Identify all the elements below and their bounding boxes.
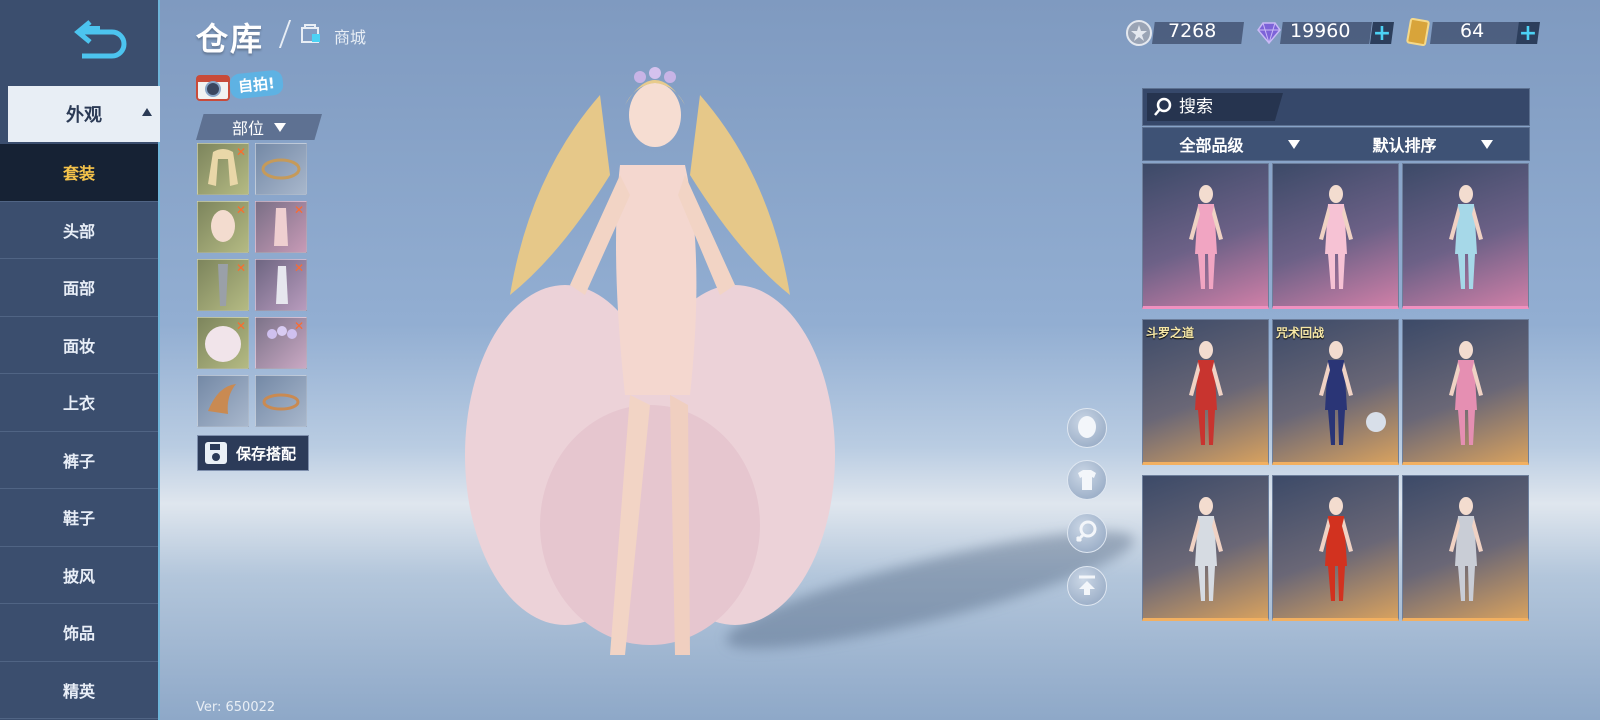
page-title: 仓库	[196, 20, 265, 58]
wings-icon	[208, 384, 236, 414]
ticket-amount: 64	[1460, 20, 1485, 42]
sidebar-item-shoes[interactable]: 鞋子	[0, 489, 158, 547]
outfit-card[interactable]: 斗罗之道	[1142, 319, 1269, 465]
unequip-icon[interactable]: ✕	[294, 319, 304, 333]
search-icon	[1154, 97, 1172, 116]
diamond-amount: 19960	[1290, 20, 1351, 42]
appearance-category-header[interactable]: 外观	[8, 86, 160, 142]
sort-label: 默认排序	[1372, 136, 1437, 155]
slot-glove[interactable]: ✕	[255, 259, 307, 311]
unequip-icon[interactable]: ✕	[236, 203, 246, 217]
outfit-figure	[1189, 185, 1223, 289]
collab-tag: 斗罗之道	[1146, 326, 1195, 340]
dropdown-arrow-icon	[1287, 139, 1300, 149]
search-field[interactable]	[1147, 93, 1283, 121]
outfit-figure	[1189, 341, 1223, 445]
dropdown-arrow-icon	[274, 122, 286, 132]
head-icon	[1078, 416, 1096, 438]
silver-coin-icon	[1126, 20, 1152, 46]
sidebar-item-top[interactable]: 上衣	[0, 374, 158, 432]
outfit-figure	[1319, 341, 1353, 445]
diamond-icon	[1257, 22, 1281, 44]
add-ticket-button[interactable]: +	[1516, 22, 1540, 44]
shop-link[interactable]: 商城	[334, 24, 366, 48]
mask-icon	[261, 158, 301, 180]
outfit-card[interactable]	[1142, 163, 1269, 309]
clothing-view-button[interactable]	[1067, 460, 1107, 500]
outfit-figure	[1319, 185, 1353, 289]
outfit-figure	[1449, 341, 1483, 445]
selfie-label: 自拍!	[228, 69, 285, 100]
slot-cape[interactable]: ✕	[197, 317, 249, 369]
outfit-figure	[1319, 497, 1353, 601]
outfit-card[interactable]: 咒术回战	[1272, 319, 1399, 465]
outfit-figure	[1449, 185, 1483, 289]
sort-dropdown[interactable]: 默认排序	[1336, 128, 1529, 160]
arrow-up-icon	[1079, 575, 1095, 595]
sidebar-item-makeup[interactable]: 面妆	[0, 317, 158, 374]
appearance-header-label: 外观	[66, 105, 102, 126]
outfit-figure	[1189, 497, 1223, 601]
selfie-button[interactable]: 自拍!	[196, 68, 288, 104]
add-diamond-button[interactable]: +	[1370, 22, 1394, 44]
category-sidebar: 外观 套装 头部 面部 面妆 上衣 裤子 鞋子 披风 饰品 精英	[0, 0, 160, 720]
quality-filter-label: 全部品级	[1179, 136, 1244, 155]
slot-ring[interactable]	[255, 375, 307, 427]
unequip-icon[interactable]: ✕	[294, 203, 304, 217]
category-list: 套装 头部 面部 面妆 上衣 裤子 鞋子 披风 饰品 精英	[0, 144, 158, 719]
outfit-card[interactable]	[1272, 475, 1399, 621]
shirt-icon	[1078, 470, 1096, 490]
search-bar	[1142, 88, 1530, 126]
dropdown-arrow-icon	[1480, 139, 1493, 149]
outfit-card[interactable]	[1272, 163, 1399, 309]
ticket-icon	[1406, 18, 1430, 46]
slot-wings[interactable]	[197, 375, 249, 427]
outfit-card[interactable]	[1402, 475, 1529, 621]
slot-face[interactable]: ✕	[197, 201, 249, 253]
save-outfit-label: 保存搭配	[236, 444, 297, 463]
sidebar-item-cape[interactable]: 披风	[0, 547, 158, 604]
outfit-figure	[1449, 497, 1483, 601]
female-symbol-icon	[1075, 520, 1097, 543]
version-label: Ver: 650022	[196, 700, 276, 715]
sidebar-item-pants[interactable]: 裤子	[0, 432, 158, 489]
ring-icon	[262, 393, 300, 411]
unequip-icon[interactable]: ✕	[236, 145, 246, 159]
move-top-button[interactable]	[1067, 566, 1107, 606]
collab-tag: 咒术回战	[1276, 326, 1325, 340]
save-outfit-button[interactable]: 保存搭配	[197, 435, 309, 471]
part-filter-dropdown[interactable]: 部位	[196, 114, 322, 140]
sidebar-item-head[interactable]: 头部	[0, 202, 158, 259]
unequip-icon[interactable]: ✕	[294, 261, 304, 275]
slot-legwear[interactable]: ✕	[197, 259, 249, 311]
quality-filter-dropdown[interactable]: 全部品级	[1143, 128, 1336, 160]
outfit-card[interactable]	[1402, 163, 1529, 309]
gender-switch-button[interactable]	[1067, 513, 1107, 553]
part-filter-label: 部位	[231, 119, 264, 138]
sidebar-item-face[interactable]: 面部	[0, 259, 158, 317]
head-view-button[interactable]	[1067, 408, 1107, 448]
back-arrow-icon[interactable]	[70, 18, 130, 60]
camera-icon	[196, 75, 230, 101]
silver-coin-amount: 7268	[1168, 20, 1217, 42]
unequip-icon[interactable]: ✕	[236, 319, 246, 333]
slot-mask[interactable]	[255, 143, 307, 195]
outfit-card[interactable]	[1402, 319, 1529, 465]
sidebar-item-accessory[interactable]: 饰品	[0, 604, 158, 662]
save-icon	[205, 442, 227, 464]
slot-body[interactable]: ✕	[255, 201, 307, 253]
search-input[interactable]	[1177, 96, 1271, 118]
shop-icon[interactable]	[300, 22, 322, 44]
outfit-card[interactable]	[1142, 475, 1269, 621]
slot-hair[interactable]: ✕	[197, 143, 249, 195]
sidebar-item-elite[interactable]: 精英	[0, 662, 158, 719]
sidebar-item-outfit[interactable]: 套装	[0, 144, 158, 202]
unequip-icon[interactable]: ✕	[236, 261, 246, 275]
download-icon[interactable]	[1366, 412, 1386, 432]
character-model	[465, 67, 835, 655]
filter-bar: 全部品级 默认排序	[1142, 127, 1530, 161]
collapse-caret-icon	[142, 108, 152, 116]
slot-headwear[interactable]: ✕	[255, 317, 307, 369]
